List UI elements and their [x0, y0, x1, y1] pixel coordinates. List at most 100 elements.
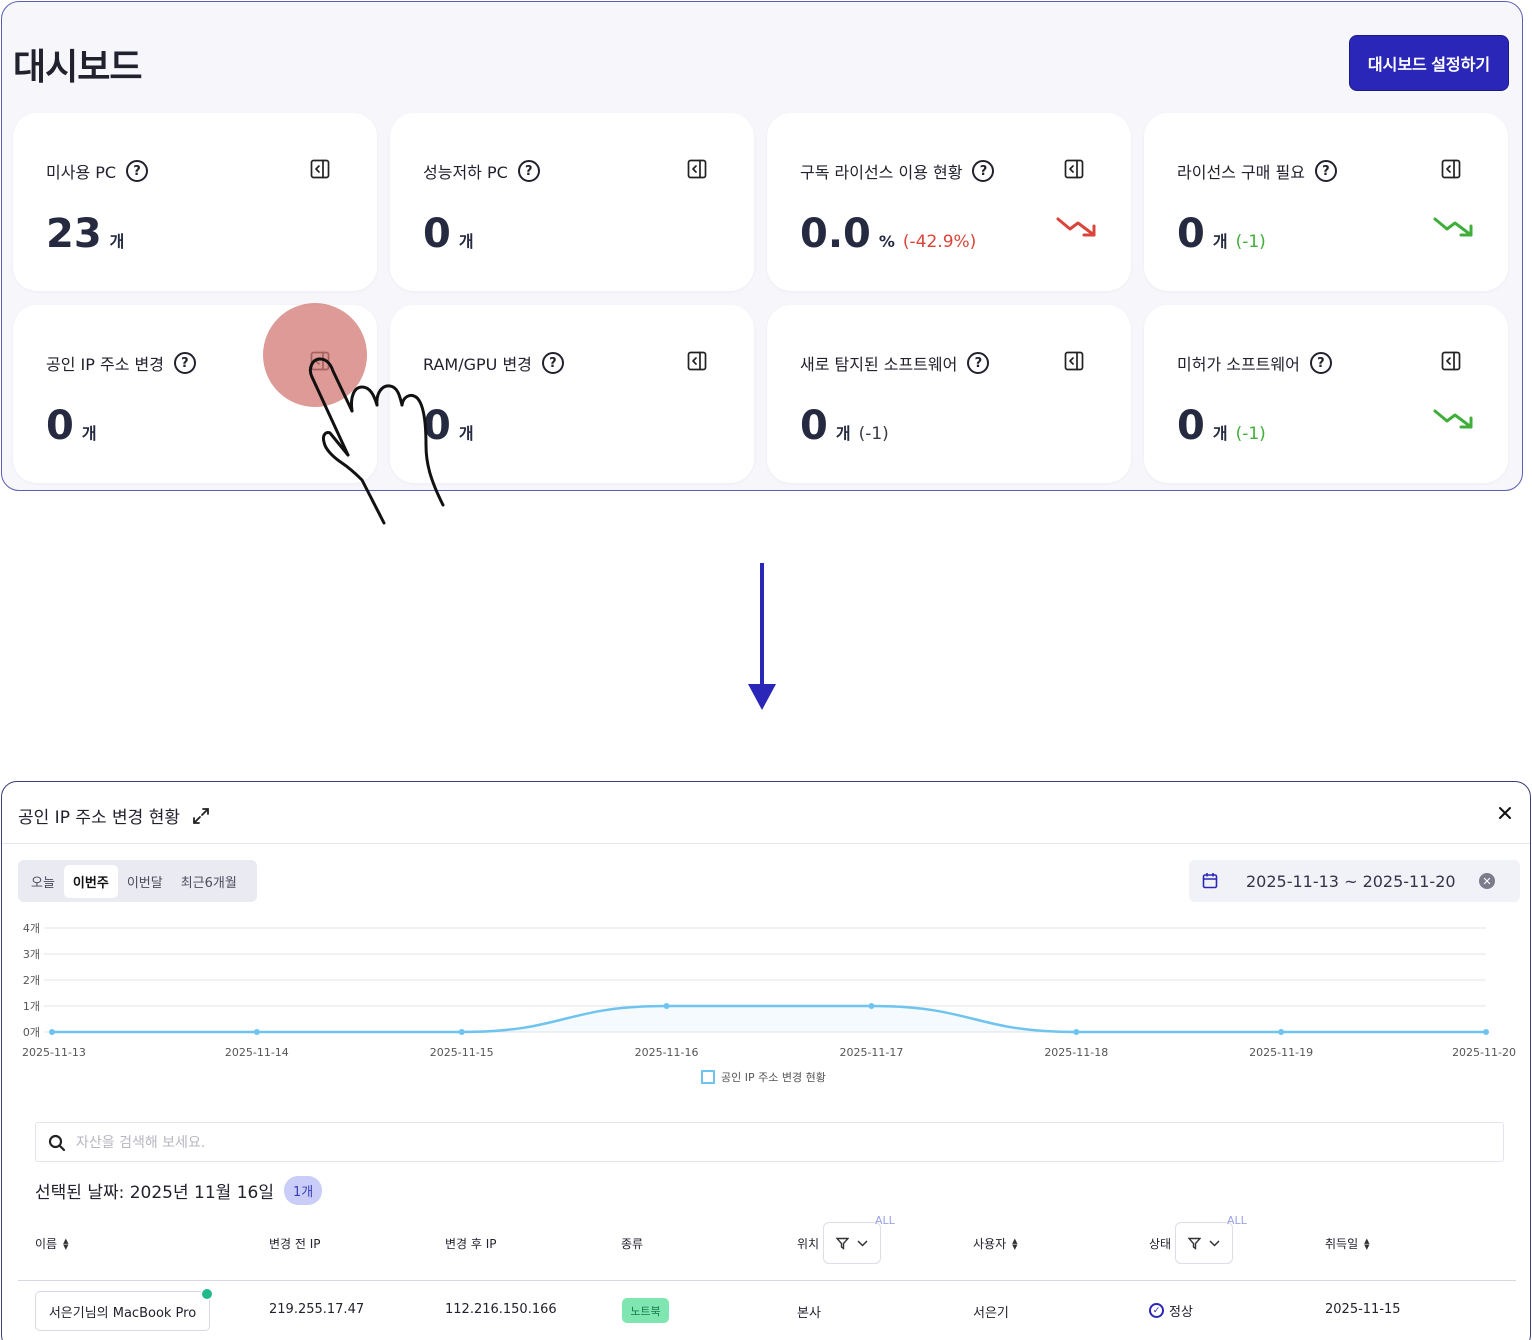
data-point[interactable] [1278, 1029, 1285, 1035]
open-panel-icon[interactable] [1064, 159, 1084, 179]
open-panel-icon[interactable] [1441, 159, 1461, 179]
stat-card-value: 0 [800, 403, 828, 449]
stat-card-label: 구독 라이선스 이용 현황 [800, 163, 963, 182]
help-icon[interactable]: ? [1314, 160, 1337, 182]
filter-icon [1188, 1237, 1201, 1250]
period-tab[interactable]: 이번달 [118, 865, 172, 898]
col-header-name[interactable]: 이름 ▲ ▼ [35, 1235, 68, 1252]
period-tab[interactable]: 이번주 [63, 864, 118, 898]
help-icon[interactable]: ? [1309, 352, 1332, 374]
flow-arrow-icon [748, 563, 776, 710]
y-tick-label: 2개 [23, 974, 40, 987]
x-tick-label: 2025-11-19 [1249, 1046, 1313, 1059]
data-point[interactable] [1483, 1029, 1489, 1035]
col-header-user[interactable]: 사용자 ▲ ▼ [973, 1235, 1018, 1252]
date-range-picker[interactable]: 2025-11-13 ~ 2025-11-20 ✕ [1189, 860, 1520, 902]
help-icon[interactable]: ? [967, 352, 990, 374]
location-filter-all-badge: ALL [875, 1214, 895, 1227]
cell-user: 서은기 [973, 1306, 1009, 1321]
col-header-after-ip: 변경 후 IP [445, 1237, 497, 1251]
ip-change-chart[interactable]: 0개 1개 2개 3개 4개 2025-11-13 2025-11-14 2025-11-15… [2, 910, 1531, 1090]
help-icon[interactable]: ? [541, 352, 564, 374]
stat-card-value: 0 [1177, 211, 1205, 257]
open-panel-icon[interactable] [310, 159, 330, 179]
col-header-before-ip: 변경 전 IP [269, 1237, 321, 1251]
data-point[interactable] [1073, 1029, 1080, 1035]
expand-icon[interactable] [192, 807, 210, 825]
modal-title: 공인 IP 주소 변경 현황 [18, 808, 181, 828]
help-icon[interactable]: ? [173, 352, 196, 374]
help-icon[interactable]: ? [126, 160, 149, 182]
stat-card[interactable]: 새로 탐지된 소프트웨어? 0 개 (-1) [767, 305, 1131, 483]
help-icon[interactable]: ? [517, 160, 540, 182]
stat-card[interactable]: 구독 라이선스 이용 현황? 0.0% (-42.9%) [767, 113, 1131, 291]
stat-card-label: 공인 IP 주소 변경 [46, 355, 164, 374]
open-panel-icon[interactable] [687, 159, 707, 179]
stat-card-label: 새로 탐지된 소프트웨어 [800, 355, 958, 374]
col-header-status: 상태 [1149, 1237, 1172, 1251]
col-header-location: 위치 [797, 1237, 820, 1251]
stat-card[interactable]: 미사용 PC? 23 개 [13, 113, 377, 291]
cell-acquired: 2025-11-15 [1325, 1302, 1401, 1317]
y-tick-label: 3개 [23, 948, 40, 961]
data-point[interactable] [663, 1003, 670, 1009]
legend-label: 공인 IP 주소 변경 현황 [721, 1071, 826, 1084]
stat-card-label: 미사용 PC [46, 163, 117, 182]
stat-card[interactable]: 라이선스 구매 필요? 0 개 (-1) [1144, 113, 1508, 291]
stat-card-unit: 개 [1212, 232, 1228, 251]
search-input[interactable] [76, 1132, 1476, 1154]
selected-count-badge: 1개 [284, 1176, 323, 1205]
pointing-hand-icon [308, 357, 445, 525]
trend-down-icon [1433, 409, 1473, 429]
data-point[interactable] [49, 1029, 55, 1035]
stat-card-label: 미허가 소프트웨어 [1177, 355, 1300, 374]
x-tick-label: 2025-11-20 [1452, 1046, 1516, 1059]
cell-before-ip: 219.255.17.47 [269, 1302, 365, 1317]
stat-card-unit: 개 [458, 232, 474, 251]
period-segmented-control: 오늘 이번주 이번달 최근6개월 [18, 860, 257, 902]
online-status-dot [201, 1288, 213, 1300]
stat-card-delta: (-1) [1235, 232, 1266, 252]
help-icon[interactable]: ? [972, 160, 995, 182]
location-filter-dropdown[interactable] [823, 1222, 881, 1264]
asset-name-chip[interactable]: 서은기님의 MacBook Pro [35, 1291, 210, 1331]
open-panel-icon[interactable] [687, 351, 707, 371]
status-filter-dropdown[interactable] [1175, 1222, 1233, 1264]
col-header-acquired[interactable]: 취득일 ▲ ▼ [1325, 1235, 1370, 1252]
stat-card-value: 23 [46, 211, 102, 257]
trend-down-icon [1433, 217, 1473, 237]
clear-date-icon[interactable]: ✕ [1479, 873, 1495, 889]
stat-card-label: 성능저하 PC [423, 163, 508, 182]
stat-card-unit: 개 [458, 424, 474, 443]
close-icon[interactable] [1497, 805, 1513, 821]
y-tick-label: 0개 [23, 1026, 40, 1039]
filter-icon [836, 1237, 849, 1250]
data-point[interactable] [458, 1029, 465, 1035]
status-filter-all-badge: ALL [1227, 1214, 1247, 1227]
period-tab[interactable]: 오늘 [22, 865, 64, 898]
y-tick-label: 1개 [23, 1000, 40, 1013]
x-tick-label: 2025-11-18 [1044, 1046, 1108, 1059]
type-badge: 노트북 [622, 1298, 669, 1323]
open-panel-icon[interactable] [1441, 351, 1461, 371]
y-tick-label: 4개 [23, 922, 40, 935]
stat-card-value: 0 [46, 403, 74, 449]
cell-location: 본사 [797, 1306, 821, 1321]
stat-card-unit: 개 [109, 232, 125, 251]
stat-card-delta: (-1) [858, 424, 889, 444]
stat-card[interactable]: 미허가 소프트웨어? 0 개 (-1) [1144, 305, 1508, 483]
open-panel-icon[interactable] [1064, 351, 1084, 371]
page-title: 대시보드 [13, 47, 142, 88]
sort-icon: ▲ ▼ [63, 1236, 69, 1251]
selected-date-label: 선택된 날짜: 2025년 11월 16일 [35, 1183, 274, 1203]
chevron-down-icon [1209, 1239, 1220, 1247]
data-point[interactable] [253, 1029, 260, 1035]
period-tab[interactable]: 최근6개월 [172, 865, 246, 898]
chart-legend[interactable]: 공인 IP 주소 변경 현황 [701, 1069, 826, 1085]
stat-card[interactable]: 성능저하 PC? 0 개 [390, 113, 754, 291]
x-tick-label: 2025-11-13 [22, 1046, 86, 1059]
dashboard-settings-button[interactable]: 대시보드 설정하기 [1349, 35, 1509, 91]
stat-card-delta: (-1) [1235, 424, 1266, 444]
data-point[interactable] [868, 1003, 875, 1009]
calendar-icon [1202, 873, 1218, 889]
